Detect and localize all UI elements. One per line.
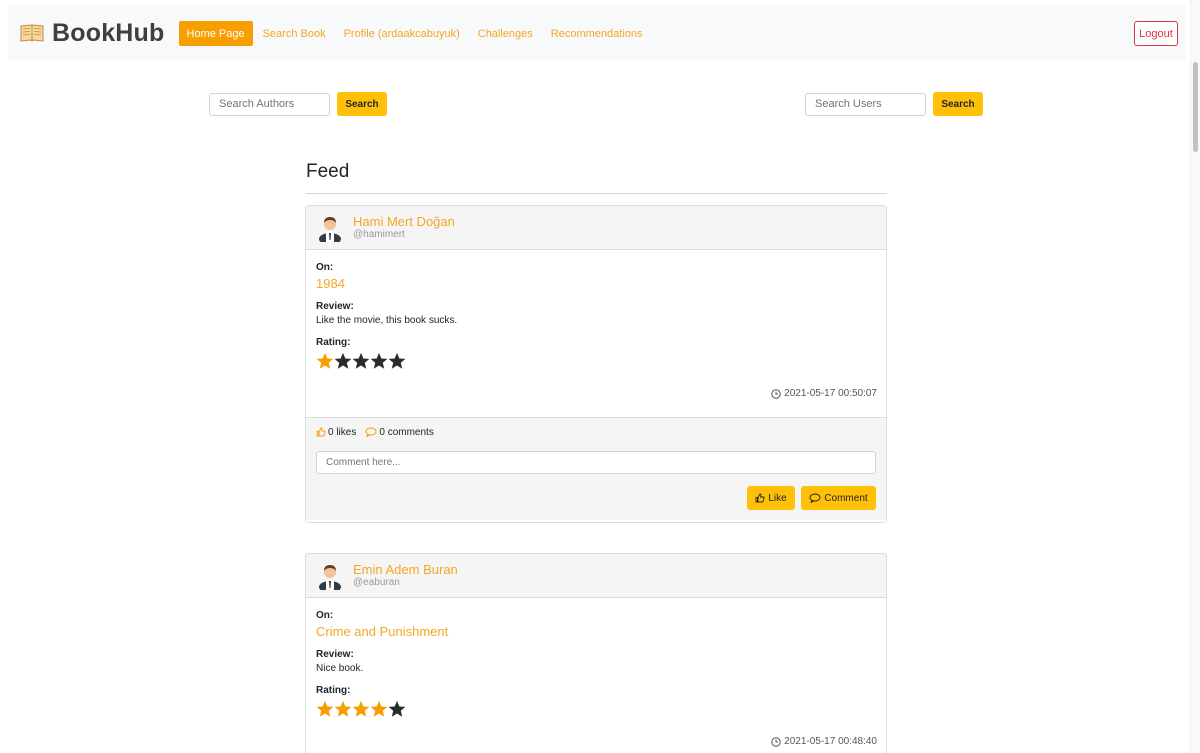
post-body: On: Crime and Punishment Review: Nice bo… (306, 598, 886, 753)
star-empty-icon (388, 352, 406, 369)
star-empty-icon (388, 700, 406, 717)
brand[interactable]: BookHub (20, 19, 165, 48)
top-navbar: BookHub Home Page Search Book Profile (a… (8, 5, 1186, 61)
post-actions: Like Comment (316, 486, 876, 520)
feed-post: Hami Mert Doğan @hamimert On: 1984 Revie… (305, 205, 887, 523)
star-empty-icon (334, 352, 352, 369)
comment-icon (809, 493, 821, 503)
post-body: On: 1984 Review: Like the movie, this bo… (306, 250, 886, 417)
rating-stars (316, 352, 876, 370)
like-label: Like (768, 492, 787, 504)
user-handle: @hamimert (353, 229, 405, 240)
likes-text: 0 likes (328, 426, 357, 438)
nav-search-book[interactable]: Search Book (255, 21, 334, 46)
post-timestamp: 2021-05-17 00:50:07 (771, 388, 877, 399)
page-scrollbar[interactable] (1190, 0, 1200, 753)
comment-input[interactable]: Comment here... (316, 451, 876, 474)
review-text: Like the movie, this book sucks. (316, 315, 458, 326)
star-empty-icon (370, 352, 388, 369)
star-filled-icon (316, 352, 334, 369)
user-handle: @eaburan (353, 577, 400, 588)
search-authors-form: Search Authors Search (209, 92, 387, 116)
scrollbar-thumb[interactable] (1193, 62, 1198, 152)
review-text: Nice book. (316, 663, 364, 674)
feed-title: Feed (306, 161, 350, 182)
nav-challenges[interactable]: Challenges (470, 21, 541, 46)
review-label: Review: (316, 301, 354, 312)
user-name[interactable]: Emin Adem Buran (353, 562, 458, 577)
clock-icon (771, 736, 781, 747)
star-empty-icon (352, 352, 370, 369)
on-label: On: (316, 262, 334, 273)
thumbs-up-icon (755, 493, 765, 503)
clock-icon (771, 388, 781, 399)
nav-profile[interactable]: Profile (ardaakcabuyuk) (336, 21, 468, 46)
comments-text: 0 comments (379, 426, 434, 438)
brand-name: BookHub (52, 18, 165, 47)
search-users-form: Search Users Search (805, 92, 983, 116)
book-link[interactable]: 1984 (316, 276, 876, 292)
on-label: On: (316, 610, 334, 621)
star-filled-icon (352, 700, 370, 717)
feed-post: Emin Adem Buran @eaburan On: Crime and P… (305, 553, 887, 753)
logout-button[interactable]: Logout (1134, 21, 1178, 46)
post-timestamp: 2021-05-17 00:48:40 (771, 736, 877, 747)
rating-stars (316, 700, 876, 718)
feed-divider (306, 193, 887, 194)
like-button[interactable]: Like (747, 486, 795, 510)
rating-label: Rating: (316, 685, 351, 696)
rating-label: Rating: (316, 337, 351, 348)
timestamp-text: 2021-05-17 00:48:40 (784, 736, 877, 747)
comment-label: Comment (824, 492, 868, 504)
book-link[interactable]: Crime and Punishment (316, 624, 876, 640)
search-authors-input[interactable]: Search Authors (209, 92, 330, 116)
review-label: Review: (316, 649, 354, 660)
nav-home-page[interactable]: Home Page (178, 20, 253, 46)
timestamp-text: 2021-05-17 00:50:07 (784, 388, 877, 399)
user-name[interactable]: Hami Mert Doğan (353, 214, 455, 229)
post-header: Hami Mert Doğan @hamimert (306, 206, 886, 250)
comment-icon (365, 427, 377, 437)
book-open-icon (20, 24, 44, 42)
thumbs-up-icon (316, 427, 326, 437)
star-filled-icon (316, 700, 334, 717)
nav-recommendations[interactable]: Recommendations (543, 21, 651, 46)
avatar[interactable] (317, 214, 343, 242)
star-filled-icon (370, 700, 388, 717)
post-footer: 0 likes 0 comments Comment here... Like … (306, 417, 886, 520)
star-filled-icon (334, 700, 352, 717)
post-header: Emin Adem Buran @eaburan (306, 554, 886, 598)
avatar[interactable] (317, 562, 343, 590)
comments-count: 0 comments (365, 426, 434, 438)
search-users-button[interactable]: Search (933, 92, 983, 116)
post-stats: 0 likes 0 comments (316, 418, 876, 446)
likes-count: 0 likes (316, 427, 356, 438)
search-authors-button[interactable]: Search (337, 92, 387, 116)
comment-button[interactable]: Comment (801, 486, 876, 510)
search-users-input[interactable]: Search Users (805, 92, 926, 116)
